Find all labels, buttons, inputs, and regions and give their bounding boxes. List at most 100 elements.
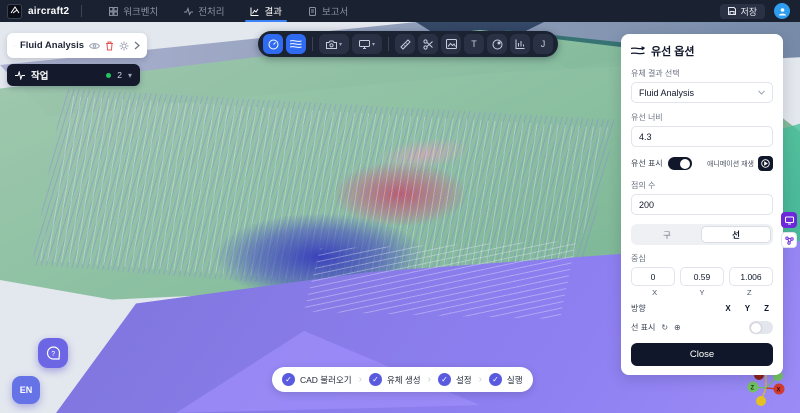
axis-x-label: X <box>631 288 678 297</box>
direction-axis-labels: X Y Z <box>725 304 773 313</box>
delete-icon[interactable] <box>105 39 114 52</box>
tasks-count: 2 <box>117 70 122 80</box>
svg-text:?: ? <box>51 350 55 357</box>
settings-gear-icon[interactable] <box>119 39 129 52</box>
project-title: Fluid Analysis <box>20 40 84 51</box>
reset-icon[interactable]: ↻ <box>661 323 668 332</box>
user-avatar[interactable] <box>774 3 790 19</box>
topbar-divider <box>81 5 82 17</box>
check-icon: ✓ <box>489 373 502 386</box>
panel-header: 유선 옵션 <box>631 43 773 59</box>
save-label: 저장 <box>740 5 757 18</box>
seed-tab-sphere[interactable]: 구 <box>633 226 701 243</box>
tab-report-label: 보고서 <box>322 4 348 18</box>
probe-button[interactable]: J <box>533 34 553 54</box>
main-nav: 워크벤치 전처리 결과 보고서 <box>96 0 361 22</box>
toolbar-divider <box>388 37 389 51</box>
chevron-down-icon <box>758 90 765 95</box>
animation-play-button[interactable] <box>758 156 773 171</box>
center-x-input[interactable]: 0 <box>631 267 675 286</box>
help-chat-button[interactable]: ? <box>38 338 68 368</box>
direction-x-label[interactable]: X <box>725 304 730 313</box>
probe-icon: J <box>541 39 546 49</box>
show-streamline-label: 유선 표시 <box>631 158 663 169</box>
topbar-right: 저장 <box>720 3 800 19</box>
direction-z-label[interactable]: Z <box>764 304 769 313</box>
step-run[interactable]: ✓ 실행 <box>489 373 523 386</box>
width-value: 4.3 <box>639 132 652 142</box>
caret-down-icon: ▾ <box>372 41 375 48</box>
check-icon: ✓ <box>438 373 451 386</box>
show-streamline-toggle[interactable] <box>668 157 692 170</box>
app-title: aircraft2 <box>28 6 69 17</box>
streamline-icon <box>290 39 302 49</box>
center-axis-labels: X Y Z <box>631 288 773 297</box>
feedback-button[interactable] <box>781 212 797 228</box>
chevron-right-icon[interactable] <box>134 39 140 52</box>
chevron-down-icon[interactable]: ▾ <box>128 71 132 80</box>
camera-icon <box>326 40 337 49</box>
center-label: 중심 <box>631 253 773 264</box>
step-create-fluid[interactable]: ✓ 유체 생성 <box>369 373 421 386</box>
center-z-value: 1.006 <box>740 272 761 282</box>
center-y-input[interactable]: 0.59 <box>680 267 724 286</box>
direction-y-label[interactable]: Y <box>745 304 750 313</box>
ruler-button[interactable] <box>395 34 415 54</box>
streamline-button[interactable] <box>286 34 306 54</box>
language-button[interactable]: EN <box>12 376 40 404</box>
gizmo-z-label: Z <box>751 386 755 392</box>
tab-report[interactable]: 보고서 <box>295 0 361 22</box>
gizmo-y-ball <box>756 396 766 406</box>
center-z-input[interactable]: 1.006 <box>729 267 773 286</box>
molecule-icon <box>785 236 794 245</box>
snapshot-button[interactable] <box>441 34 461 54</box>
points-value: 200 <box>639 200 654 210</box>
circle-dot-icon <box>492 39 503 50</box>
gizmo-x-label: X <box>777 388 781 394</box>
points-label: 점의 수 <box>631 180 773 191</box>
gauge-button[interactable] <box>263 34 283 54</box>
save-button[interactable]: 저장 <box>720 4 765 19</box>
width-input[interactable]: 4.3 <box>631 126 773 147</box>
check-icon: ✓ <box>369 373 382 386</box>
tab-workbench-label: 워크벤치 <box>123 4 158 18</box>
gauge-icon <box>268 39 279 50</box>
close-button[interactable]: Close <box>631 343 773 366</box>
center-inputs: 0 0.59 1.006 <box>631 267 773 286</box>
text-annotation-button[interactable]: T <box>464 34 484 54</box>
direction-label: 방향 <box>631 303 646 314</box>
points-input[interactable]: 200 <box>631 194 773 215</box>
report-icon <box>308 7 317 16</box>
line-show-toggle[interactable] <box>749 321 773 334</box>
step-separator: › <box>428 374 431 385</box>
palette-button[interactable] <box>487 34 507 54</box>
clip-section-button[interactable] <box>418 34 438 54</box>
tab-results[interactable]: 결과 <box>237 0 294 22</box>
axis-z-label: Z <box>726 288 773 297</box>
app-logo-icon[interactable] <box>7 4 22 19</box>
legend-button[interactable] <box>510 34 530 54</box>
pulse-icon <box>184 7 193 16</box>
step-separator: › <box>359 374 362 385</box>
step-settings[interactable]: ✓ 설정 <box>438 373 472 386</box>
seed-tab-line[interactable]: 선 <box>701 226 771 243</box>
toolbar-divider <box>312 37 313 51</box>
tasks-card[interactable]: 작업 2 ▾ <box>7 64 140 86</box>
display-button[interactable]: ▾ <box>352 34 382 54</box>
panel-title: 유선 옵션 <box>651 43 695 59</box>
project-card: Fluid Analysis <box>7 33 147 58</box>
tab-workbench[interactable]: 워크벤치 <box>96 0 171 22</box>
play-circle-icon <box>761 159 770 168</box>
folder-icon <box>14 41 15 51</box>
camera-button[interactable]: ▾ <box>319 34 349 54</box>
visibility-icon[interactable] <box>89 39 100 52</box>
graph-tools-button[interactable] <box>781 232 797 248</box>
tab-preprocess-label: 전처리 <box>198 4 224 18</box>
streamline-options-icon <box>631 46 645 57</box>
bar-chart-icon <box>515 39 525 49</box>
tab-preprocess[interactable]: 전처리 <box>171 0 237 22</box>
step-load-cad[interactable]: ✓ CAD 불러오기 <box>282 373 352 386</box>
caret-down-icon: ▾ <box>339 41 342 48</box>
crosshair-icon[interactable]: ⊕ <box>674 323 681 332</box>
result-select[interactable]: Fluid Analysis <box>631 82 773 103</box>
